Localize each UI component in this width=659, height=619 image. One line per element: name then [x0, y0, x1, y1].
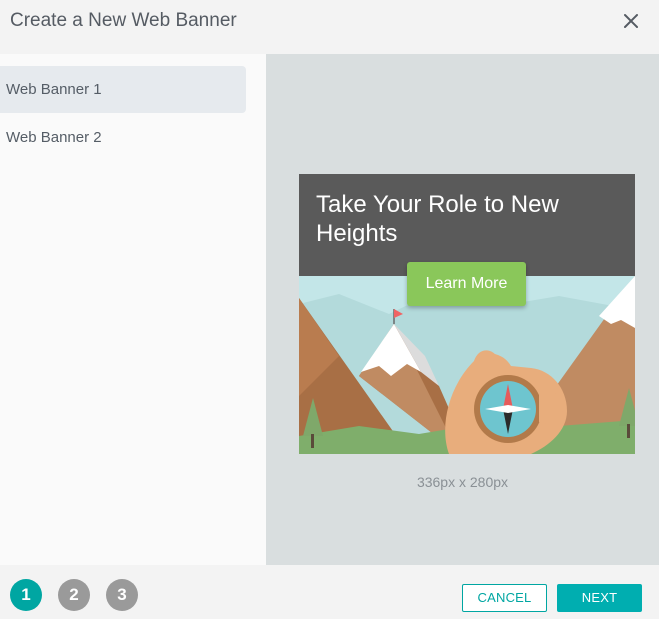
sidebar-item-web-banner-2[interactable]: Web Banner 2: [0, 114, 246, 161]
cancel-button[interactable]: CANCEL: [462, 584, 547, 612]
banner-dimensions: 336px x 280px: [416, 474, 509, 490]
create-web-banner-dialog: Create a New Web Banner Web Banner 1 Web…: [0, 0, 659, 619]
banner-preview-pane: Take Your Role to New Heights Learn More…: [266, 54, 659, 565]
banner-heading: Take Your Role to New Heights: [316, 191, 559, 247]
step-3-indicator[interactable]: 3: [106, 579, 138, 611]
dialog-title: Create a New Web Banner: [10, 10, 237, 31]
close-icon: [624, 14, 638, 28]
dialog-footer: 1 2 3 CANCEL NEXT: [0, 565, 659, 619]
sidebar-item-web-banner-1[interactable]: Web Banner 1: [0, 66, 246, 113]
banner-header: Take Your Role to New Heights: [299, 174, 635, 276]
dialog-header: Create a New Web Banner: [0, 0, 659, 44]
learn-more-button[interactable]: Learn More: [407, 262, 526, 306]
step-1-indicator[interactable]: 1: [10, 579, 42, 611]
sidebar-item-label: Web Banner 2: [6, 129, 102, 146]
next-button[interactable]: NEXT: [557, 584, 642, 612]
close-button[interactable]: [619, 9, 643, 33]
banner-list: Web Banner 1 Web Banner 2: [0, 54, 266, 565]
step-2-indicator[interactable]: 2: [58, 579, 90, 611]
banner-preview: Take Your Role to New Heights Learn More: [299, 174, 635, 454]
sidebar-item-label: Web Banner 1: [6, 81, 102, 98]
